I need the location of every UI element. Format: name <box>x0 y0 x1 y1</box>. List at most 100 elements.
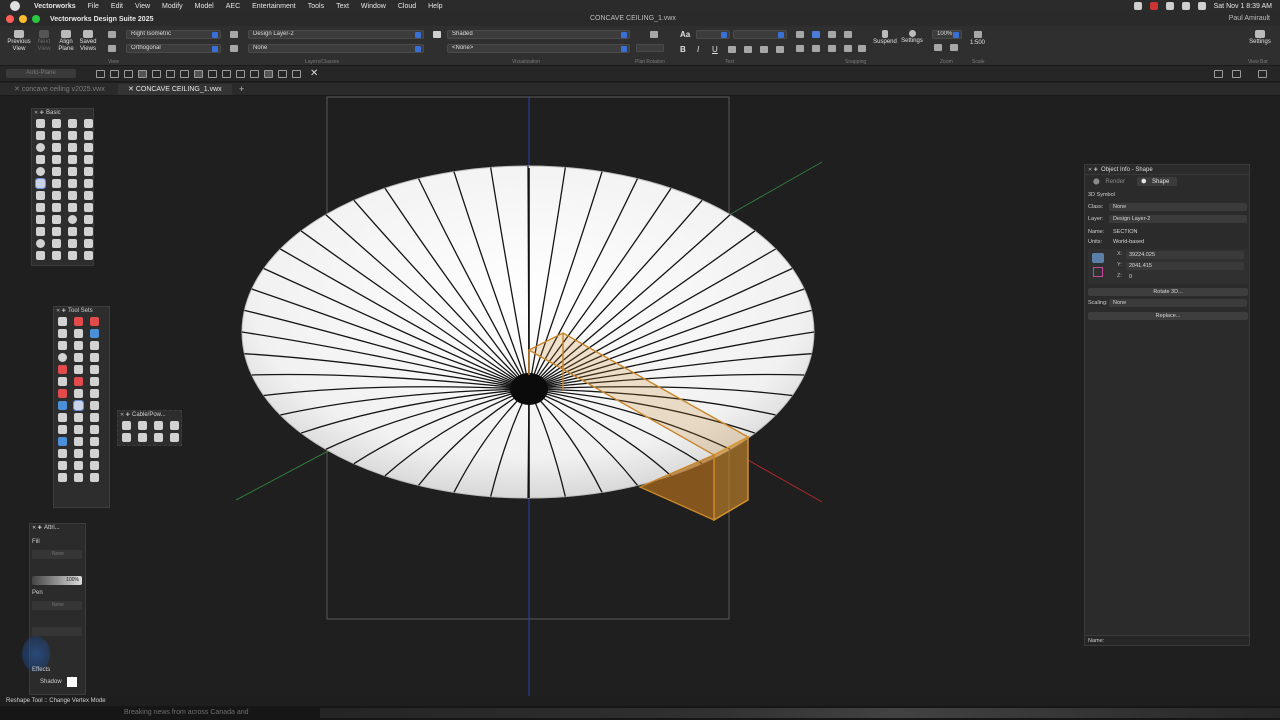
snap-distance-icon[interactable] <box>796 45 804 52</box>
tool-icon[interactable] <box>36 203 45 212</box>
close-window-icon[interactable] <box>6 15 14 23</box>
mode-icon-10[interactable] <box>222 70 231 78</box>
previous-view-button[interactable]: Previous View <box>6 30 32 53</box>
menu-window[interactable]: Window <box>355 3 392 10</box>
tool-icon[interactable] <box>90 461 99 470</box>
tool-icon[interactable] <box>84 251 93 260</box>
tool-icon[interactable] <box>74 473 83 482</box>
tool-icon[interactable] <box>74 317 83 326</box>
viewbar-icon-3[interactable] <box>1258 70 1267 78</box>
tool-icon[interactable] <box>36 227 45 236</box>
wifi-icon[interactable] <box>1165 2 1174 10</box>
name-value[interactable]: SECTION <box>1113 229 1137 235</box>
snap-edge-icon[interactable] <box>844 45 852 52</box>
tool-icon[interactable] <box>52 119 61 128</box>
tool-icon[interactable] <box>74 377 83 386</box>
minimize-window-icon[interactable] <box>19 15 27 23</box>
new-tab-icon[interactable]: + <box>239 84 244 94</box>
tool-icon[interactable] <box>73 400 84 411</box>
tool-icon[interactable] <box>68 167 77 176</box>
zoom-fit-icon[interactable] <box>934 44 942 51</box>
tool-icon[interactable] <box>84 215 93 224</box>
x-field[interactable]: 39224.025 <box>1126 251 1244 259</box>
tool-icon[interactable] <box>36 155 45 164</box>
snap-point-icon[interactable] <box>828 45 836 52</box>
zoom-window-icon[interactable] <box>32 15 40 23</box>
tool-icon[interactable] <box>74 413 83 422</box>
tool-icon[interactable] <box>58 425 67 434</box>
tool-icon[interactable] <box>68 239 77 248</box>
tool-icon[interactable] <box>58 413 67 422</box>
settings-button[interactable]: Settings <box>1248 30 1272 46</box>
menu-edit[interactable]: Edit <box>105 3 129 10</box>
tab-concave-ceiling-1[interactable]: ✕ CONCAVE CEILING_1.vwx <box>118 84 232 95</box>
tool-icon[interactable] <box>74 425 83 434</box>
fill-style-field[interactable]: None <box>32 550 82 559</box>
tool-icon[interactable] <box>84 227 93 236</box>
tool-icon[interactable] <box>58 377 67 386</box>
tool-icon[interactable] <box>90 353 99 362</box>
tool-icon[interactable] <box>90 413 99 422</box>
snap-object-icon[interactable] <box>812 31 820 38</box>
italic-button[interactable]: I <box>697 45 699 54</box>
tool-icon[interactable] <box>52 167 61 176</box>
suspend-snapping-button[interactable]: Suspend <box>872 30 898 46</box>
render-mode-select[interactable]: Shaded <box>447 30 630 39</box>
tool-icon[interactable] <box>84 239 93 248</box>
menu-model[interactable]: Model <box>189 3 220 10</box>
tool-icon[interactable] <box>154 433 163 442</box>
tool-icon[interactable] <box>90 401 99 410</box>
record-icon[interactable] <box>1133 2 1142 10</box>
tool-icon[interactable] <box>36 131 45 140</box>
class-select[interactable]: None <box>248 44 424 53</box>
tool-icon[interactable] <box>52 203 61 212</box>
tab-shape[interactable]: ⬢ Shape <box>1137 177 1178 186</box>
rotate-3d-button[interactable]: Rotate 3D... <box>1088 288 1248 296</box>
underline-button[interactable]: U <box>712 45 718 54</box>
viewbar-icon-1[interactable] <box>1214 70 1223 78</box>
tool-icon[interactable] <box>90 317 99 326</box>
menu-aec[interactable]: AEC <box>220 3 246 10</box>
mode-icon-15[interactable] <box>292 70 301 78</box>
tool-icon[interactable] <box>52 155 61 164</box>
tool-icon[interactable] <box>58 341 67 350</box>
viewbar-icon-2[interactable] <box>1232 70 1241 78</box>
tool-icon[interactable] <box>74 365 83 374</box>
mode-icon-5[interactable] <box>152 70 161 78</box>
status-icon[interactable] <box>1149 2 1158 10</box>
reference-point-icon[interactable] <box>1092 253 1104 263</box>
mode-icon-13[interactable] <box>264 70 273 78</box>
tool-icon[interactable] <box>58 449 67 458</box>
change-vertex-mode-icon[interactable] <box>194 70 203 78</box>
user-name[interactable]: Paul Amirault <box>1229 15 1270 22</box>
tool-icon[interactable] <box>58 437 67 446</box>
tool-icon[interactable] <box>74 461 83 470</box>
tool-icon[interactable] <box>52 179 61 188</box>
tool-icon[interactable] <box>154 421 163 430</box>
tool-icon[interactable] <box>90 437 99 446</box>
plan-rotation-field[interactable] <box>636 44 664 52</box>
tool-icon[interactable] <box>58 353 67 362</box>
layer-select[interactable]: Design Layer-2 <box>248 30 424 39</box>
mode-icon-2[interactable] <box>110 70 119 78</box>
zoom-field[interactable]: 100% <box>932 30 962 39</box>
tool-icon[interactable] <box>122 433 131 442</box>
cable-power-title[interactable]: Cable/Pow... <box>118 411 181 419</box>
tool-icon[interactable] <box>68 191 77 200</box>
tool-icon[interactable] <box>90 473 99 482</box>
tool-icon[interactable] <box>36 215 45 224</box>
bold-button[interactable]: B <box>680 45 686 54</box>
mode-icon-12[interactable] <box>250 70 259 78</box>
tool-icon[interactable] <box>74 353 83 362</box>
tool-icon[interactable] <box>52 191 61 200</box>
tool-icon[interactable] <box>58 329 67 338</box>
menu-cloud[interactable]: Cloud <box>392 3 422 10</box>
scale-icon[interactable] <box>974 31 982 38</box>
basic-palette-title[interactable]: Basic <box>32 109 93 117</box>
tool-icon[interactable] <box>68 155 77 164</box>
tab-concave-ceiling-v2025[interactable]: ✕ concave ceiling v2025.vwx <box>4 84 115 95</box>
mode-icon-7[interactable] <box>180 70 189 78</box>
tool-icon[interactable] <box>58 401 67 410</box>
tool-icon[interactable] <box>68 251 77 260</box>
auto-plane-toggle[interactable]: Auto-Plane <box>6 69 76 78</box>
